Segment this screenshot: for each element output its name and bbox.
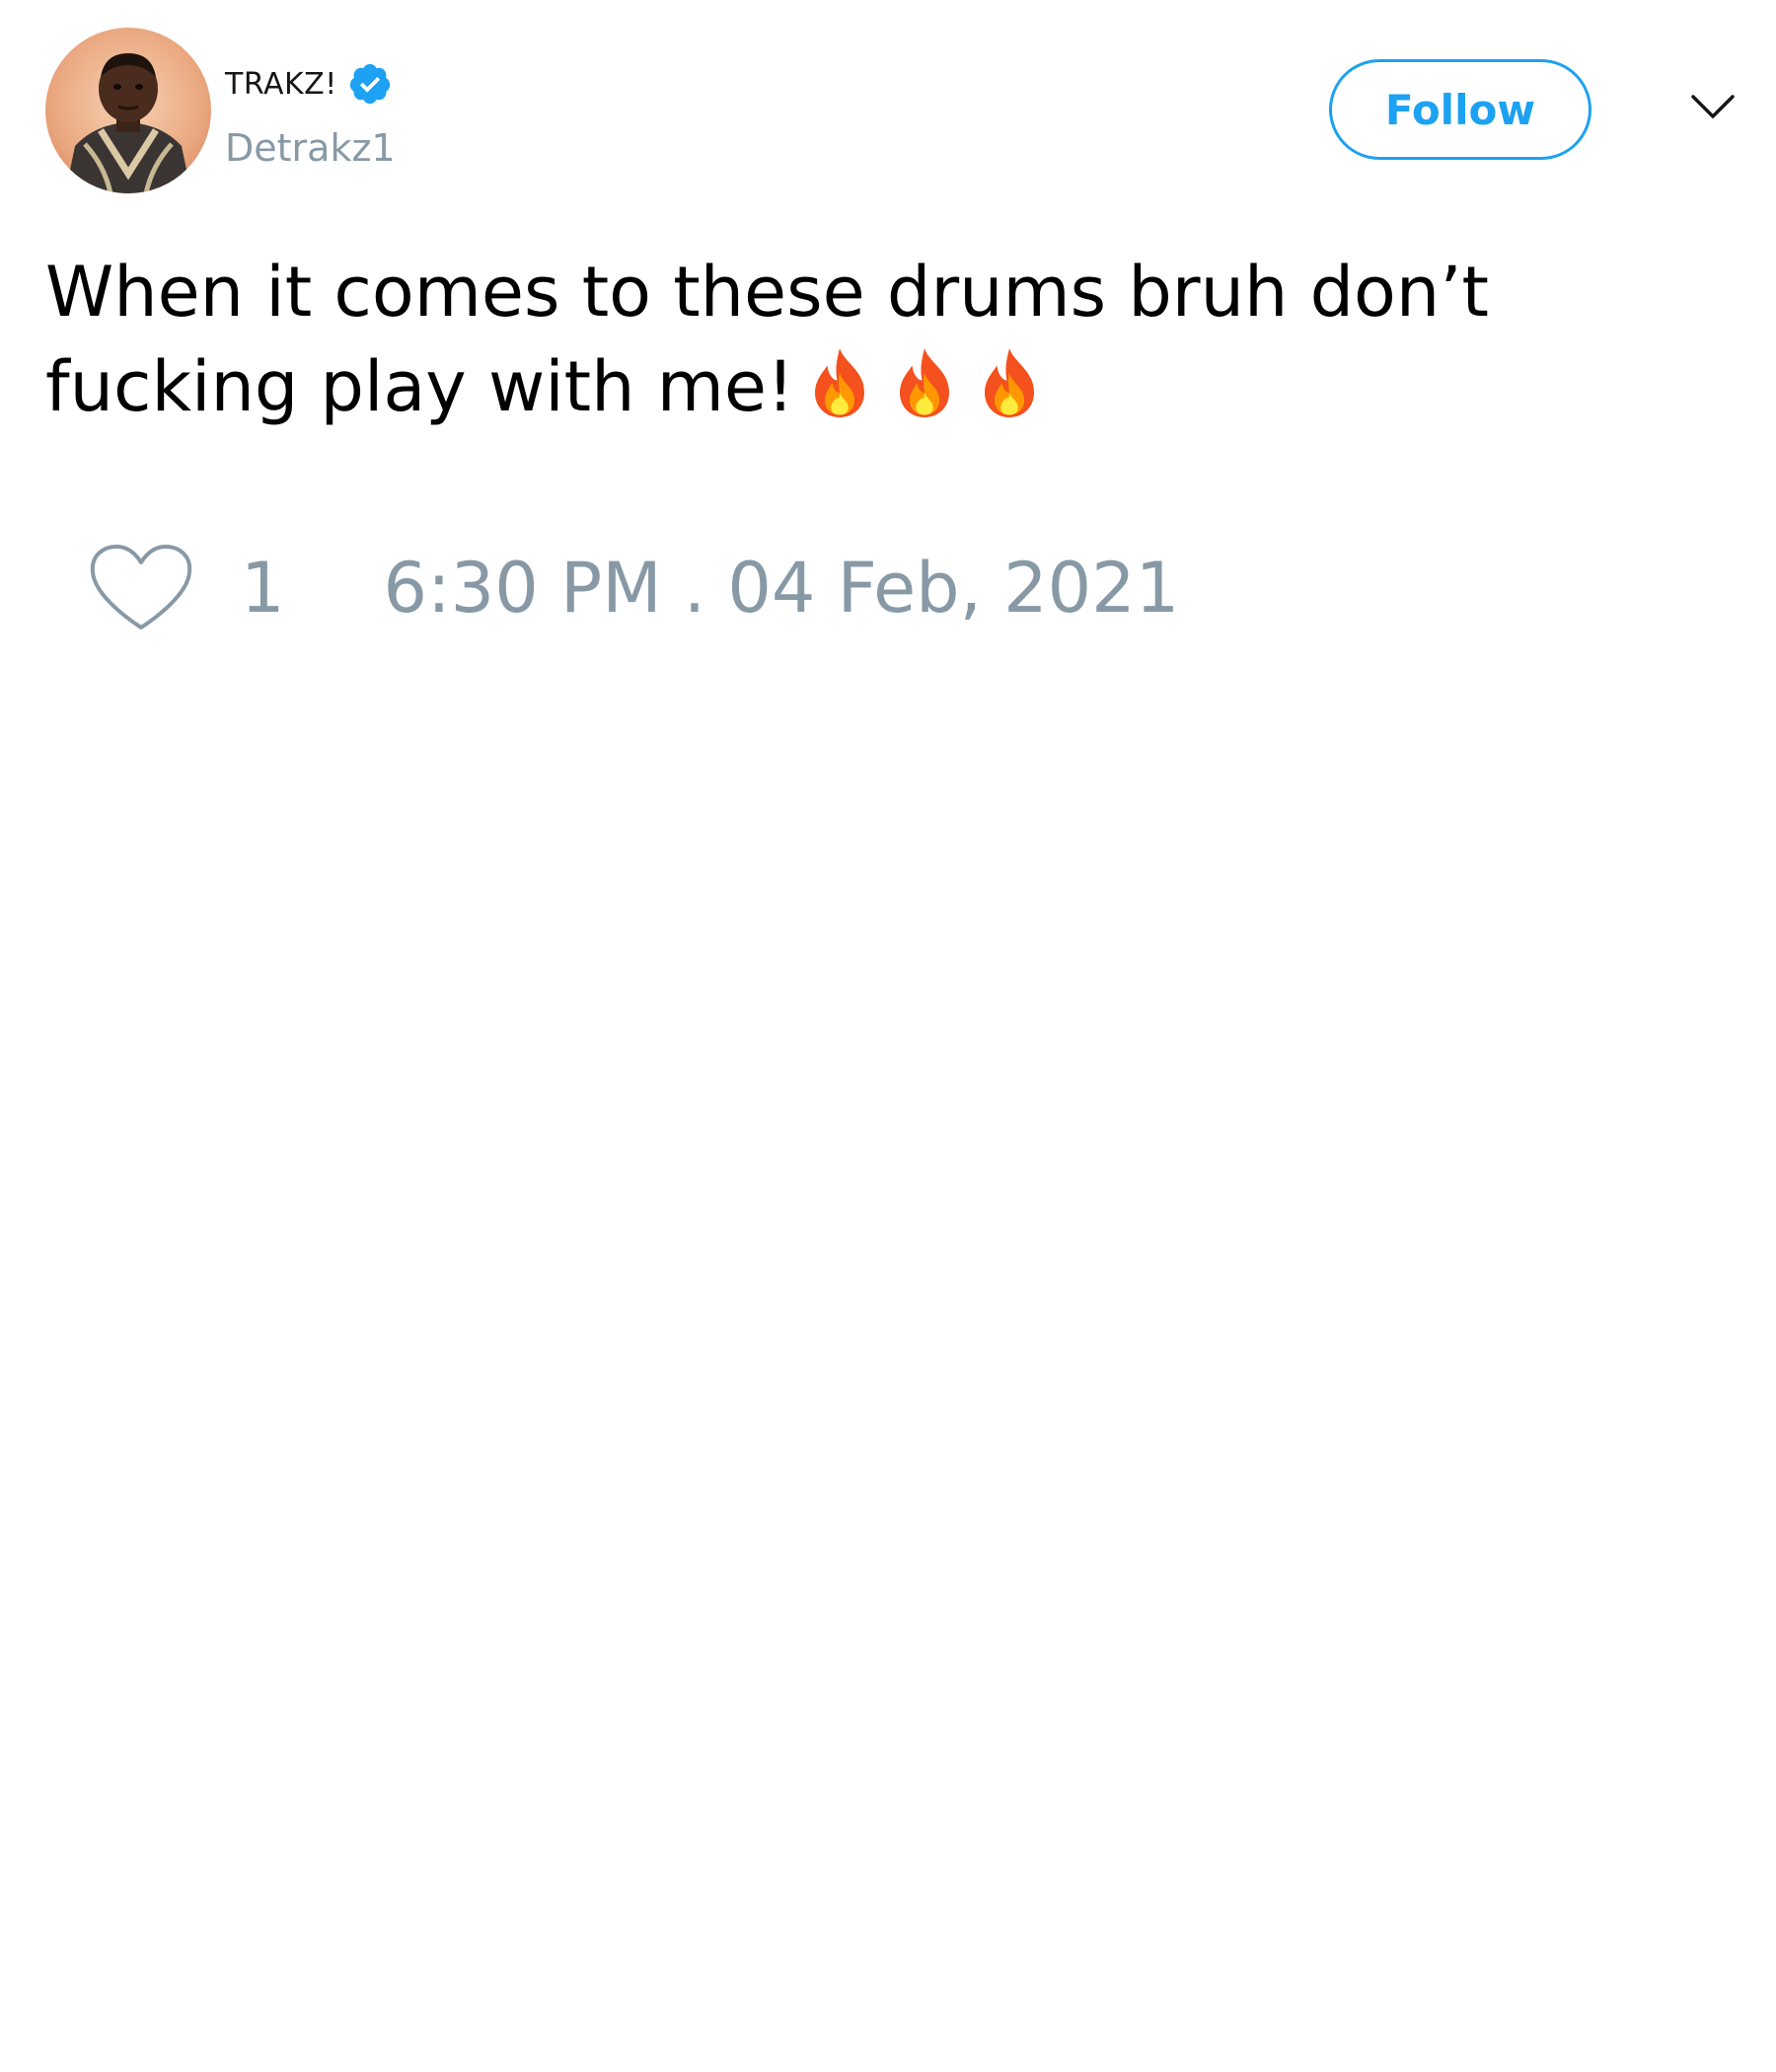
tweet-text: When it comes to these drums bruh don’t … (45, 245, 1742, 434)
avatar-photo (45, 28, 211, 193)
display-name-row[interactable]: TRAKZ! (225, 59, 393, 109)
tweet-footer: 1 6:30 PM . 04 Feb, 2021 (89, 543, 1179, 633)
chevron-down-icon[interactable] (1689, 91, 1737, 122)
timestamp[interactable]: 6:30 PM . 04 Feb, 2021 (384, 548, 1180, 629)
follow-button[interactable]: Follow (1329, 59, 1591, 160)
like-count: 1 (241, 548, 285, 629)
display-name[interactable]: TRAKZ! (225, 67, 337, 102)
tweet-body: When it comes to these drums bruh don’t … (45, 252, 1489, 427)
fire-emoji-icon (815, 348, 865, 417)
fire-emoji-icon (900, 348, 950, 417)
verified-badge-icon (349, 63, 390, 105)
fire-emoji-icon (985, 348, 1035, 417)
tweet-card: TRAKZ! Detrakz1 Follow When it comes to … (0, 0, 1776, 2072)
user-handle[interactable]: Detrakz1 (225, 126, 396, 170)
heart-icon[interactable] (89, 543, 193, 633)
avatar[interactable] (45, 28, 211, 193)
